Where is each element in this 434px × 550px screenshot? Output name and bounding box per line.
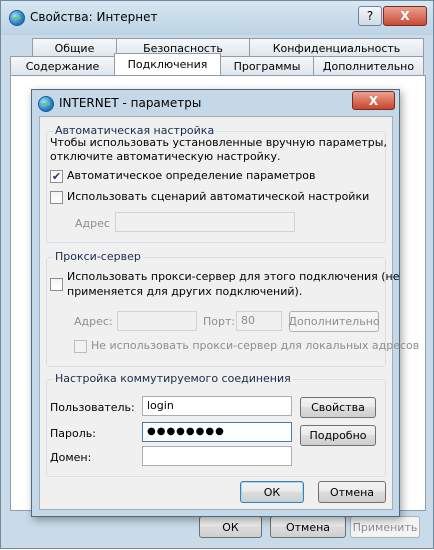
- proxy-address-input[interactable]: [117, 311, 197, 331]
- dialup-properties-button[interactable]: Свойства: [300, 397, 376, 418]
- proxy-port-input[interactable]: 80: [236, 311, 282, 331]
- internet-globe-icon: [9, 10, 25, 26]
- proxy-advanced-button[interactable]: Дополнительно: [288, 311, 380, 332]
- tab-general[interactable]: Общие: [32, 38, 117, 57]
- proxy-legend: Прокси-сервер: [53, 250, 143, 263]
- dialup-group: Настройка коммутируемого соединения Поль…: [46, 372, 386, 477]
- dialog-close-button[interactable]: X: [352, 91, 395, 110]
- tab-connections[interactable]: Подключения: [114, 53, 221, 75]
- tab-programs[interactable]: Программы: [220, 56, 314, 75]
- tab-privacy[interactable]: Конфиденциальность: [249, 38, 424, 57]
- connection-settings-dialog: INTERNET - параметры X Автоматическая на…: [31, 89, 419, 517]
- password-input[interactable]: ●●●●●●●●: [142, 422, 292, 442]
- auto-config-description-line1: Чтобы использовать установленные вручную…: [50, 136, 387, 149]
- auto-config-description-line2: отключите автоматическую настройку.: [50, 150, 281, 163]
- dialog-body: Автоматическая настройка Чтобы использов…: [39, 116, 419, 510]
- tab-row-top: Общие Безопасность Конфиденциальность: [32, 38, 424, 57]
- domain-input[interactable]: [142, 446, 292, 466]
- bypass-local-checkbox[interactable]: [74, 340, 87, 353]
- dialog-title: INTERNET - параметры: [59, 96, 202, 110]
- outer-cancel-button[interactable]: Отмена: [270, 516, 346, 538]
- script-address-label: Адрес: [75, 217, 110, 230]
- password-label: Пароль:: [50, 427, 96, 440]
- use-script-checkbox[interactable]: [50, 191, 63, 204]
- use-script-label: Использовать сценарий автоматической нас…: [67, 190, 370, 203]
- outer-button-bar: ОК Отмена Применить: [1, 514, 434, 550]
- dialog-cancel-button[interactable]: Отмена: [318, 481, 386, 503]
- proxy-group: Прокси-сервер Использовать прокси-сервер…: [46, 250, 419, 367]
- window-titlebar: Свойства: Интернет ? X: [1, 1, 433, 35]
- auto-detect-label: Автоматическое определение параметров: [67, 169, 316, 182]
- domain-label: Домен:: [50, 451, 92, 464]
- use-proxy-label-line2: применяется для других подключений).: [67, 285, 303, 298]
- outer-ok-button[interactable]: ОК: [199, 516, 262, 538]
- proxy-address-label: Адрес:: [74, 315, 113, 328]
- user-input[interactable]: login: [142, 396, 292, 416]
- use-proxy-checkbox[interactable]: [50, 278, 63, 291]
- dialup-legend: Настройка коммутируемого соединения: [53, 372, 293, 385]
- internet-globe-icon: [38, 96, 54, 112]
- window-title: Свойства: Интернет: [30, 10, 158, 24]
- tab-row-bottom: Содержание Подключения Программы Дополни…: [10, 53, 424, 75]
- use-proxy-label-line1: Использовать прокси-сервер для этого под…: [67, 270, 400, 283]
- proxy-port-label: Порт:: [203, 315, 236, 328]
- script-address-input[interactable]: [115, 212, 295, 232]
- auto-detect-checkbox[interactable]: ✔: [50, 170, 63, 183]
- tab-advanced[interactable]: Дополнительно: [313, 56, 424, 75]
- tab-content[interactable]: Содержание: [10, 56, 115, 75]
- help-button[interactable]: ?: [358, 6, 382, 26]
- auto-config-group: Автоматическая настройка Чтобы использов…: [46, 124, 387, 243]
- dialog-ok-button[interactable]: ОК: [240, 481, 304, 503]
- outer-apply-button[interactable]: Применить: [350, 516, 420, 538]
- bypass-local-label: Не использовать прокси-сервер для локаль…: [91, 339, 420, 352]
- close-button[interactable]: X: [383, 6, 427, 26]
- user-label: Пользователь:: [50, 401, 135, 414]
- dialup-details-button[interactable]: Подробно: [300, 425, 376, 446]
